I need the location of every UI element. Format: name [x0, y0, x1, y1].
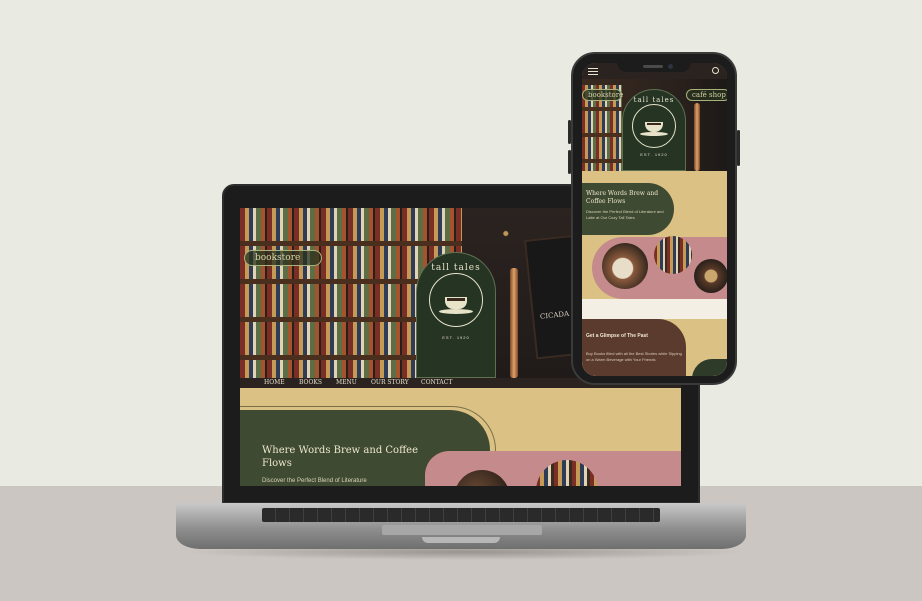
nav-menu[interactable]: MENU [336, 379, 357, 386]
keyboard [262, 508, 660, 522]
nav-home[interactable]: HOME [264, 379, 285, 386]
phone-power-button [737, 130, 740, 166]
phone-side-button [568, 150, 571, 174]
chalkboard-text: CICADA [539, 309, 570, 321]
divider-section [582, 299, 727, 319]
hero-subtext: Discover the Perfect Blend of Literature [262, 478, 367, 484]
books-photo [654, 236, 692, 274]
hero-heading: Where Words Brew and Coffee Flows [262, 445, 419, 469]
phone-subtext: Discover the Perfect Blend of Literature… [586, 209, 664, 220]
reading-photo [694, 259, 727, 293]
glimpse-heading: Get a Glimpse of The Past [586, 333, 648, 339]
trackpad [382, 525, 542, 535]
phone-side-button [568, 120, 571, 144]
glimpse-text: Buy Books filled with all the Best Stori… [586, 351, 682, 362]
logo-established: EST. 1920 [442, 335, 470, 340]
logo-title: tall tales [431, 263, 481, 273]
bookstore-button[interactable]: bookstore [244, 250, 322, 266]
logo-arch: tall tales EST. 1920 [622, 89, 686, 171]
phone-hero: bookstore café shop tall tales EST. 1920 [582, 63, 727, 171]
cafe-shop-button[interactable]: café shop [686, 89, 727, 101]
phone-camera [668, 64, 673, 69]
phone-speaker [643, 65, 663, 68]
nav-books[interactable]: BOOKS [299, 379, 322, 386]
bookstore-button[interactable]: bookstore [582, 89, 623, 101]
search-icon[interactable] [712, 67, 719, 74]
latte-photo [602, 243, 648, 289]
espresso-pipe [510, 268, 518, 378]
logo-title: tall tales [633, 96, 675, 104]
espresso-pipe [694, 103, 700, 171]
phone-heading: Where Words Brew and Coffee Flows [586, 190, 659, 205]
hamburger-menu-icon[interactable] [588, 68, 598, 75]
nav-contact[interactable]: CONTACT [421, 379, 452, 386]
logo-arch: tall tales EST. 1920 [416, 252, 496, 378]
nav-our-story[interactable]: OUR STORY [371, 379, 409, 386]
glimpse-panel [582, 319, 686, 376]
phone-screen: bookstore café shop tall tales EST. 1920… [582, 63, 727, 376]
logo-established: EST. 1920 [640, 152, 668, 157]
laptop-front-notch [422, 537, 500, 543]
